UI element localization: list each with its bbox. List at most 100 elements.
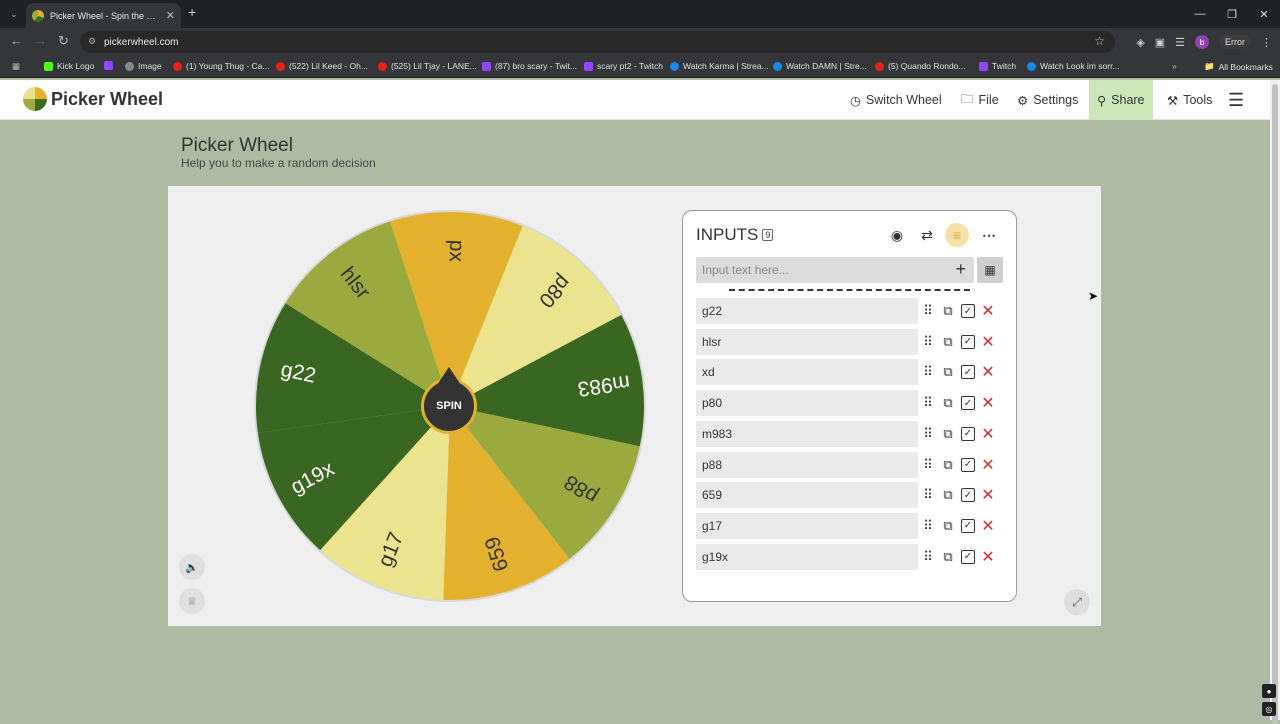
bookmark-item[interactable]: Image <box>125 61 162 71</box>
tab-search-icon[interactable]: ⌄ <box>6 6 22 22</box>
entry-checkbox[interactable]: ✓ <box>961 458 975 472</box>
entry-text[interactable]: p80 <box>696 390 918 416</box>
more-bookmarks-icon[interactable]: » <box>1172 61 1177 71</box>
duplicate-icon[interactable]: ⧉ <box>939 363 957 381</box>
bookmark-item[interactable]: (87) bro scary - Twit... <box>482 61 577 71</box>
bookmark-item[interactable]: scary pt2 - Twitch <box>584 61 663 71</box>
entry-text[interactable]: g17 <box>696 513 918 539</box>
drag-handle-icon[interactable]: ⠿ <box>919 302 937 320</box>
profile-avatar[interactable]: b <box>1195 35 1209 49</box>
delete-entry-icon[interactable]: ✕ <box>979 456 997 474</box>
bookmark-item[interactable]: Twitch <box>979 61 1016 71</box>
forward-icon[interactable]: → <box>34 33 47 48</box>
error-badge[interactable]: Error <box>1219 35 1251 49</box>
entry-text[interactable]: g19x <box>696 544 918 570</box>
eye-icon[interactable]: ◉ <box>885 223 909 247</box>
mute-icon[interactable]: 🔈 <box>179 554 205 580</box>
bookmark-item[interactable]: Kick Logo <box>44 61 94 71</box>
drag-handle-icon[interactable]: ⠿ <box>919 363 937 381</box>
page-scrollbar[interactable] <box>1270 80 1280 720</box>
add-entry-icon[interactable]: + <box>955 259 966 280</box>
entry-text[interactable]: p88 <box>696 452 918 478</box>
drag-handle-icon[interactable]: ⠿ <box>919 425 937 443</box>
apps-grid-icon[interactable]: ▦ <box>12 61 20 72</box>
entry-text[interactable]: m983 <box>696 421 918 447</box>
hamburger-menu-icon[interactable]: ☰ <box>1220 80 1252 120</box>
brand-logo[interactable]: Picker Wheel <box>23 87 163 111</box>
delete-entry-icon[interactable]: ✕ <box>979 548 997 566</box>
site-info-icon[interactable]: ⚙ <box>88 36 98 46</box>
entry-text[interactable]: xd <box>696 359 918 385</box>
duplicate-icon[interactable]: ⧉ <box>939 548 957 566</box>
entry-text[interactable]: hlsr <box>696 329 918 355</box>
bookmark-item[interactable]: (522) Lil Keed - Oh... <box>276 61 368 71</box>
duplicate-icon[interactable]: ⧉ <box>939 333 957 351</box>
delete-entry-icon[interactable]: ✕ <box>979 394 997 412</box>
minimize-icon[interactable]: — <box>1184 0 1216 28</box>
file-button[interactable]: 🗀File <box>953 80 1007 120</box>
trophy-icon[interactable]: ♕ <box>179 588 205 614</box>
add-image-icon[interactable]: ▦ <box>977 257 1003 283</box>
drag-handle-icon[interactable]: ⠿ <box>919 517 937 535</box>
duplicate-icon[interactable]: ⧉ <box>939 425 957 443</box>
kebab-menu-icon[interactable]: ⋮ <box>1261 36 1272 49</box>
entry-checkbox[interactable]: ✓ <box>961 519 975 533</box>
omnibox[interactable]: ⚙ pickerwheel.com ☆ <box>80 31 1115 53</box>
bookmark-star-icon[interactable]: ☆ <box>1094 34 1105 48</box>
duplicate-icon[interactable]: ⧉ <box>939 456 957 474</box>
bookmark-item[interactable]: (1) Young Thug - Ca... <box>173 61 269 71</box>
close-tab-icon[interactable]: ✕ <box>166 9 175 22</box>
duplicate-icon[interactable]: ⧉ <box>939 517 957 535</box>
entry-checkbox[interactable]: ✓ <box>961 335 975 349</box>
entry-text[interactable]: 659 <box>696 482 918 508</box>
share-button[interactable]: ⚲Share <box>1089 80 1153 120</box>
bookmark-item[interactable]: Watch Look im sorr... <box>1027 61 1120 71</box>
shuffle-icon[interactable]: ⇄ <box>915 223 939 247</box>
entry-checkbox[interactable]: ✓ <box>961 304 975 318</box>
media-icon[interactable]: ☰ <box>1175 36 1185 49</box>
maximize-icon[interactable]: ❐ <box>1216 0 1248 28</box>
bookmark-item[interactable] <box>104 61 113 70</box>
fullscreen-icon[interactable]: ⤢ <box>1064 589 1090 615</box>
duplicate-icon[interactable]: ⧉ <box>939 302 957 320</box>
extension-icon[interactable]: ◈ <box>1136 36 1144 49</box>
back-icon[interactable]: ← <box>10 33 23 48</box>
bookmark-item[interactable]: (5) Quando Rondo... <box>875 61 966 71</box>
drag-handle-icon[interactable]: ⠿ <box>919 394 937 412</box>
delete-entry-icon[interactable]: ✕ <box>979 425 997 443</box>
delete-entry-icon[interactable]: ✕ <box>979 486 997 504</box>
bookmark-item[interactable]: (525) Lil Tjay - LANE... <box>378 61 477 71</box>
bookmark-item[interactable]: Watch DAMN | Stre... <box>773 61 867 71</box>
delete-entry-icon[interactable]: ✕ <box>979 333 997 351</box>
puzzle-icon[interactable]: ▣ <box>1155 36 1165 49</box>
entry-checkbox[interactable]: ✓ <box>961 488 975 502</box>
input-text-field[interactable]: Input text here... + <box>696 257 974 283</box>
drag-handle-icon[interactable]: ⠿ <box>919 456 937 474</box>
bookmark-item[interactable]: Watch Karma | Strea... <box>670 61 769 71</box>
browser-tab[interactable]: Picker Wheel - Spin the Wheel ✕ <box>26 3 181 28</box>
entry-checkbox[interactable]: ✓ <box>961 427 975 441</box>
delete-entry-icon[interactable]: ✕ <box>979 302 997 320</box>
close-window-icon[interactable]: ✕ <box>1248 0 1280 28</box>
scrollbar-thumb[interactable] <box>1272 84 1278 724</box>
tools-button[interactable]: ⚒Tools <box>1159 80 1220 120</box>
more-options-icon[interactable]: ⋯ <box>977 223 1001 247</box>
settings-button[interactable]: ⚙Settings <box>1009 80 1086 120</box>
switch-wheel-button[interactable]: ◷Switch Wheel <box>842 80 950 120</box>
delete-entry-icon[interactable]: ✕ <box>979 517 997 535</box>
location-icon[interactable]: ◎ <box>1262 702 1276 716</box>
duplicate-icon[interactable]: ⧉ <box>939 394 957 412</box>
entry-text[interactable]: g22 <box>696 298 918 324</box>
entry-checkbox[interactable]: ✓ <box>961 365 975 379</box>
drag-handle-icon[interactable]: ⠿ <box>919 486 937 504</box>
duplicate-icon[interactable]: ⧉ <box>939 486 957 504</box>
reload-icon[interactable]: ↻ <box>58 33 69 49</box>
new-tab-icon[interactable]: + <box>188 4 196 20</box>
spin-button[interactable]: SPIN <box>421 378 477 434</box>
mic-icon[interactable]: ● <box>1262 684 1276 698</box>
all-bookmarks[interactable]: 📁All Bookmarks <box>1204 61 1273 72</box>
drag-handle-icon[interactable]: ⠿ <box>919 548 937 566</box>
delete-entry-icon[interactable]: ✕ <box>979 363 997 381</box>
entry-checkbox[interactable]: ✓ <box>961 396 975 410</box>
entry-checkbox[interactable]: ✓ <box>961 550 975 564</box>
